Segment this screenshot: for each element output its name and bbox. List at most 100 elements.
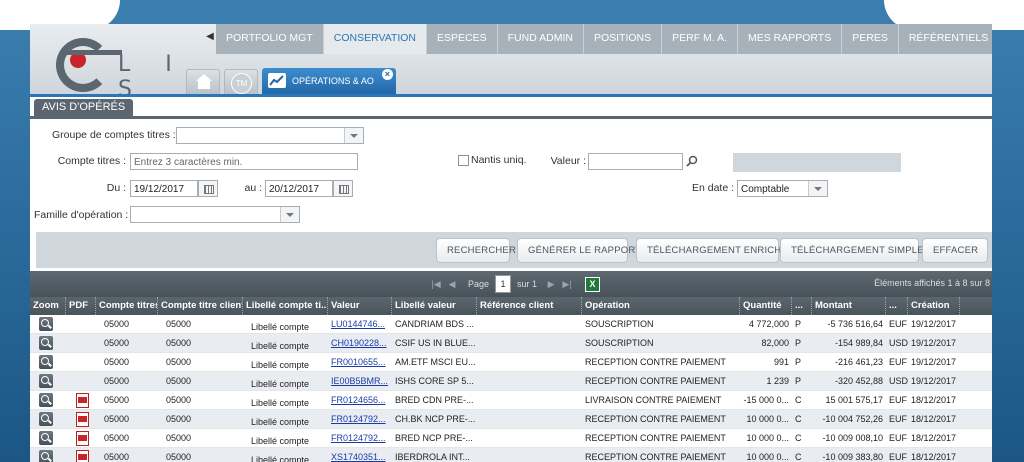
table-row[interactable]: 05000 05000 Libellé compte FR0124792... BRED… — [30, 429, 992, 448]
cell-ref — [477, 410, 582, 428]
calendar-icon[interactable] — [198, 180, 218, 197]
calendar-icon[interactable] — [333, 180, 353, 197]
table-row[interactable]: 05000 05000 Libellé compte CH0190228... CSIF… — [30, 334, 992, 353]
search-icon[interactable] — [686, 155, 698, 167]
nav-item[interactable]: RÉFÉRENTIELS — [898, 24, 992, 54]
chevron-down-icon[interactable] — [344, 128, 363, 143]
chevron-down-icon[interactable] — [808, 181, 827, 196]
telechargement-simple-button[interactable]: TÉLÉCHARGEMENT SIMPLE — [780, 238, 924, 263]
table-row[interactable]: 05000 05000 Libellé compte IE00B5BMR... ISHS… — [30, 372, 992, 391]
column-header[interactable]: Libellé compte ti... — [243, 297, 328, 315]
column-header[interactable]: Montant — [812, 297, 886, 315]
cell-operation: RECEPTION CONTRE PAIEMENT — [585, 433, 726, 443]
cell-operation: RECEPTION CONTRE PAIEMENT — [585, 357, 726, 367]
column-header[interactable]: Opération — [582, 297, 740, 315]
column-header[interactable]: Création — [908, 297, 960, 315]
cell-creation: 18/12/2017 — [911, 433, 957, 443]
column-header[interactable]: Compte titres — [96, 297, 158, 315]
cell-valeur[interactable]: CH0190228... — [328, 334, 392, 352]
cell-creation: 19/12/2017 — [911, 319, 957, 329]
cell-quantite: -15 000 0... — [743, 395, 789, 405]
cell-ref — [477, 353, 582, 371]
page-input[interactable]: 1 — [495, 275, 512, 293]
zoom-icon[interactable] — [39, 393, 53, 407]
nantis-checkbox[interactable] — [458, 155, 469, 166]
cell-q: C — [795, 395, 802, 405]
zoom-icon[interactable] — [39, 431, 53, 445]
zoom-icon[interactable] — [39, 374, 53, 388]
nav-item[interactable]: ESPECES — [427, 24, 498, 54]
cell-valeur[interactable]: FR0124656... — [328, 391, 392, 409]
tm-icon: TM — [231, 73, 252, 94]
au-date-input[interactable]: 20/12/2017 — [265, 180, 333, 197]
table-row[interactable]: 05000 05000 Libellé compte FR0010655... AM.E… — [30, 353, 992, 372]
cell-valeur[interactable]: FR0124792... — [328, 429, 392, 447]
table-row[interactable]: 05000 05000 Libellé compte FR0124656... BRED… — [30, 391, 992, 410]
nav-item[interactable]: POSITIONS — [583, 24, 663, 54]
cell-valeur[interactable]: FR0124792... — [328, 410, 392, 428]
home-tab[interactable] — [186, 69, 220, 94]
pager: |◀ ◀ Page 1 sur 1 ▶ ▶| X — [428, 275, 601, 293]
column-header[interactable]: Référence client — [477, 297, 582, 315]
table-row[interactable]: 05000 05000 Libellé compte XS1740351... IBER… — [30, 448, 992, 462]
cell-creation: 18/12/2017 — [911, 414, 957, 424]
first-page-icon[interactable]: |◀ — [428, 279, 444, 290]
chevron-down-icon[interactable] — [280, 207, 299, 222]
cell-client: 05000 — [166, 338, 192, 348]
valeur-input[interactable] — [588, 153, 683, 170]
pdf-icon[interactable] — [76, 393, 89, 408]
zoom-icon[interactable] — [39, 412, 53, 426]
pdf-icon[interactable] — [76, 450, 89, 462]
telechargement-enrichi-button[interactable]: TÉLÉCHARGEMENT ENRICHI — [636, 238, 784, 263]
nav-item[interactable]: PERES — [842, 24, 899, 54]
cell-valeur[interactable]: LU0144746... — [328, 315, 392, 333]
column-header[interactable]: ... — [792, 297, 812, 315]
du-label: Du : — [106, 182, 126, 194]
cell-valeur[interactable]: XS1740351... — [328, 448, 392, 462]
next-page-icon[interactable]: ▶ — [543, 279, 559, 290]
compte-input[interactable]: Entrez 3 caractères min. — [130, 153, 358, 170]
tm-tab[interactable]: TM — [224, 69, 258, 94]
tab-operations[interactable]: OPÉRATIONS & AO × — [262, 68, 396, 94]
cell-quantite: 10 000 0... — [746, 452, 789, 462]
cell-quantite: 991 — [773, 357, 789, 367]
prev-page-icon[interactable]: ◀ — [444, 279, 460, 290]
nav-item[interactable]: CONSERVATION — [323, 24, 427, 54]
table-row[interactable]: 05000 05000 Libellé compte FR0124792... CH.B… — [30, 410, 992, 429]
zoom-icon[interactable] — [39, 336, 53, 350]
zoom-icon[interactable] — [39, 317, 53, 331]
excel-export-icon[interactable]: X — [585, 276, 601, 292]
column-header[interactable]: ... — [886, 297, 908, 315]
pdf-icon[interactable] — [76, 412, 89, 427]
nav-item[interactable]: PORTFOLIO MGT — [216, 24, 324, 54]
cell-quantite: 4 772,000 — [748, 319, 789, 329]
column-header[interactable]: Compte titre client — [158, 297, 243, 315]
pdf-icon[interactable] — [76, 431, 89, 446]
column-header[interactable]: Zoom — [30, 297, 66, 315]
column-header[interactable]: Valeur — [328, 297, 392, 315]
last-page-icon[interactable]: ▶| — [559, 279, 575, 290]
cell-operation: LIVRAISON CONTRE PAIEMENT — [585, 395, 722, 405]
cell-valeur[interactable]: FR0010655... — [328, 353, 392, 371]
generer-rapport-button[interactable]: GÉNÉRER LE RAPPORT — [517, 238, 641, 263]
nav-scroll-left-icon[interactable]: ◀ — [204, 24, 216, 54]
close-icon[interactable]: × — [381, 69, 393, 80]
cell-valeur[interactable]: IE00B5BMR... — [328, 372, 392, 390]
zoom-icon[interactable] — [39, 450, 53, 462]
en-date-select[interactable]: Comptable — [737, 180, 828, 197]
column-header[interactable]: PDF — [66, 297, 96, 315]
cell-client: 05000 — [166, 357, 192, 367]
nav-item[interactable]: PERF M. A. — [662, 24, 738, 54]
table-row[interactable]: 05000 05000 Libellé compte LU0144746... CAND… — [30, 315, 992, 334]
nav-item[interactable]: MES RAPPORTS — [737, 24, 843, 54]
groupe-select[interactable] — [176, 127, 364, 144]
rechercher-button[interactable]: RECHERCHER — [436, 238, 516, 263]
zoom-icon[interactable] — [39, 355, 53, 369]
column-header[interactable]: Libellé valeur — [392, 297, 477, 315]
nav-item[interactable]: FUND ADMIN — [497, 24, 584, 54]
effacer-button[interactable]: EFFACER — [922, 238, 988, 263]
famille-select[interactable] — [130, 206, 300, 223]
cell-ref — [477, 334, 582, 352]
column-header[interactable]: Quantité — [740, 297, 792, 315]
du-date-input[interactable]: 19/12/2017 — [130, 180, 198, 197]
